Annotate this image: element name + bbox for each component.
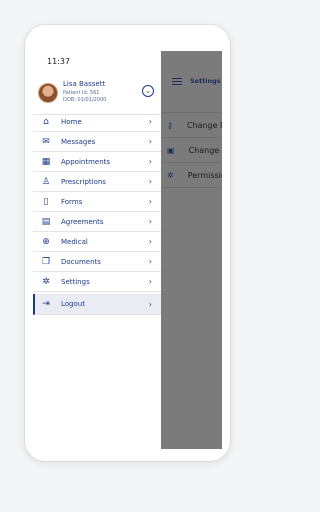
- contract-icon: ▤: [41, 216, 51, 227]
- settings-item-permissions[interactable]: ✲ Permissio: [161, 163, 222, 188]
- sidebar-item-label: Medical: [61, 237, 88, 246]
- gear-icon: ✲: [42, 276, 50, 287]
- medical-bag-icon: ⊕: [42, 236, 50, 247]
- sidebar-item-medical[interactable]: ⊕ Medical ›: [33, 232, 161, 252]
- status-bar: 11:37: [33, 51, 161, 71]
- settings-header: Settings: [161, 51, 222, 113]
- home-icon: ⌂: [43, 116, 49, 127]
- settings-screen-overlay[interactable]: Settings ⚷ Change P ▣ Change S ✲ Permiss…: [161, 51, 222, 449]
- patient-dob: DOB: 01/01/2000: [63, 97, 107, 103]
- sidebar-item-label: Agreements: [61, 217, 104, 226]
- envelope-icon: ✉: [42, 136, 50, 147]
- sidebar-item-documents[interactable]: ❐ Documents ›: [33, 252, 161, 272]
- chevron-right-icon: ›: [148, 237, 152, 246]
- sidebar-item-appointments[interactable]: ▦ Appointments ›: [33, 152, 161, 172]
- status-time: 11:37: [47, 57, 71, 66]
- avatar: [38, 83, 58, 103]
- sidebar-item-label: Prescriptions: [61, 177, 106, 186]
- settings-item-change-security[interactable]: ▣ Change S: [161, 138, 222, 163]
- settings-item-label: Change S: [188, 145, 222, 155]
- folder-icon: ❐: [41, 256, 51, 267]
- sidebar-item-label: Settings: [61, 277, 90, 286]
- sidebar-item-forms[interactable]: ▯ Forms ›: [33, 192, 161, 212]
- chevron-down-icon[interactable]: ⌄: [142, 85, 154, 97]
- app-screen: Settings ⚷ Change P ▣ Change S ✲ Permiss…: [33, 51, 222, 449]
- calendar-icon: ▦: [41, 156, 51, 167]
- sidebar-item-prescriptions[interactable]: ♙ Prescriptions ›: [33, 172, 161, 192]
- hamburger-menu-icon[interactable]: [172, 78, 182, 85]
- chevron-right-icon: ›: [148, 277, 152, 286]
- settings-title: Settings: [190, 77, 221, 85]
- chevron-right-icon: ›: [148, 257, 152, 266]
- settings-item-change-password[interactable]: ⚷ Change P: [161, 113, 222, 138]
- drawer-menu: ⌂ Home › ✉ Messages › ▦ Appointments › ♙…: [33, 112, 161, 315]
- chevron-right-icon: ›: [148, 177, 152, 186]
- chevron-right-icon: ›: [148, 117, 152, 126]
- document-icon: ▯: [43, 196, 49, 207]
- navigation-drawer: 11:37 Lisa Bassett Patient Id: 561 DOB: …: [33, 51, 161, 449]
- sidebar-item-label: Appointments: [61, 157, 111, 166]
- settings-item-label: Permissio: [187, 170, 222, 180]
- sidebar-item-label: Messages: [61, 137, 96, 146]
- sidebar-item-messages[interactable]: ✉ Messages ›: [33, 132, 161, 152]
- doctor-icon: ♙: [41, 176, 51, 187]
- sidebar-item-label: Home: [61, 117, 82, 126]
- logout-icon: ⇥: [42, 299, 50, 309]
- chevron-right-icon: ›: [148, 217, 152, 226]
- settings-item-label: Change P: [186, 120, 222, 130]
- sidebar-item-settings[interactable]: ✲ Settings ›: [33, 272, 161, 292]
- chevron-right-icon: ›: [148, 137, 152, 146]
- lock-icon: ▣: [167, 145, 175, 155]
- chevron-right-icon: ›: [148, 299, 152, 309]
- gear-icon: ✲: [167, 170, 174, 180]
- chevron-right-icon: ›: [148, 197, 152, 206]
- key-icon: ⚷: [167, 120, 173, 130]
- sidebar-item-label: Logout: [61, 300, 85, 308]
- chevron-right-icon: ›: [148, 157, 152, 166]
- sidebar-item-label: Forms: [61, 197, 83, 206]
- sidebar-item-agreements[interactable]: ▤ Agreements ›: [33, 212, 161, 232]
- sidebar-item-label: Documents: [61, 257, 101, 266]
- patient-name: Lisa Bassett: [63, 80, 106, 88]
- profile-header: Lisa Bassett Patient Id: 561 DOB: 01/01/…: [33, 77, 161, 115]
- sidebar-item-logout[interactable]: ⇥ Logout ›: [33, 294, 161, 315]
- sidebar-item-home[interactable]: ⌂ Home ›: [33, 112, 161, 132]
- patient-id: Patient Id: 561: [63, 90, 100, 96]
